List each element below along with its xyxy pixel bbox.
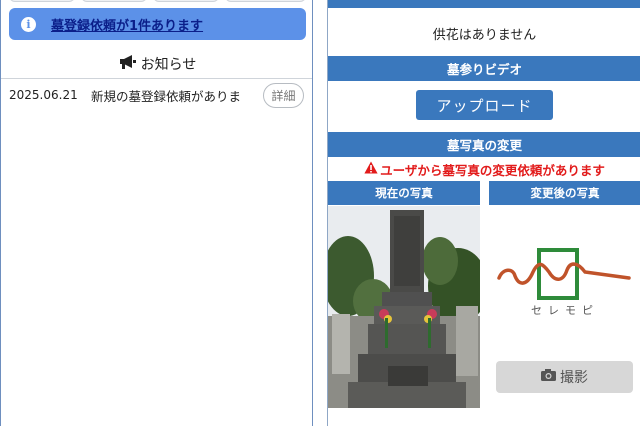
left-panel: i 墓登録依頼が1件あります お知らせ 2025.06.21 新規の墓登録依頼が… [0, 0, 313, 426]
capture-button[interactable]: 撮影 [496, 361, 633, 393]
top-tab[interactable] [9, 0, 75, 2]
upload-button[interactable]: アップロード [416, 90, 553, 120]
top-tab[interactable] [81, 0, 147, 2]
capture-label: 撮影 [560, 370, 588, 386]
top-tab-strip [1, 0, 312, 2]
warning-text: ユーザから墓写真の変更依頼があります [380, 162, 605, 178]
new-photo-placeholder: セレモピ [489, 206, 640, 356]
alert-bar: i 墓登録依頼が1件あります [9, 8, 306, 40]
app-root: i 墓登録依頼が1件あります お知らせ 2025.06.21 新規の墓登録依頼が… [0, 0, 640, 426]
current-grave-photo [328, 206, 480, 408]
notice-heading: お知らせ [1, 52, 312, 76]
info-icon: i [21, 16, 36, 32]
photo-change-warning: ユーザから墓写真の変更依頼があります [328, 159, 640, 179]
current-photo-header: 現在の写真 [328, 181, 480, 205]
new-photo-header: 変更後の写真 [489, 181, 640, 205]
notice-heading-label: お知らせ [140, 57, 197, 73]
logo-wave [497, 262, 631, 285]
list-item: 2025.06.21 新規の墓登録依頼がありま 詳細 [1, 80, 312, 110]
divider [1, 78, 312, 79]
top-tab[interactable] [225, 0, 306, 2]
registration-request-link[interactable]: 墓登録依頼が1件あります [51, 15, 203, 34]
right-panel: 供花はありません 墓参りビデオ アップロード 墓写真の変更 ユーザから墓写真の変… [327, 0, 640, 426]
section-header-photo: 墓写真の変更 [328, 132, 640, 157]
detail-button[interactable]: 詳細 [263, 83, 304, 108]
notice-date: 2025.06.21 [9, 88, 78, 102]
section-header-video: 墓参りビデオ [328, 56, 640, 81]
megaphone-icon [119, 54, 137, 74]
camera-icon [541, 369, 556, 385]
top-tab[interactable] [153, 0, 219, 2]
section-header-flowers [328, 0, 640, 8]
no-flowers-message: 供花はありません [432, 27, 537, 43]
logo-text: セレモピ [531, 304, 599, 317]
logo-square [537, 248, 579, 300]
warning-icon [364, 161, 378, 177]
notice-text: 新規の墓登録依頼がありま [91, 88, 242, 104]
